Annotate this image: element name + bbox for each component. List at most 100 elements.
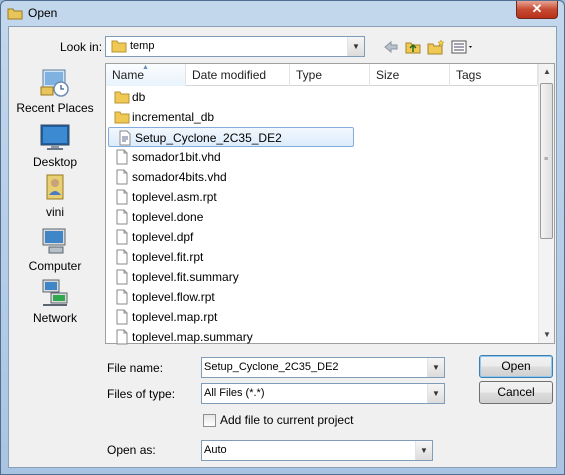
files-of-type-select[interactable]: All Files (*.*) ▼ — [201, 383, 445, 404]
column-label: Date modified — [192, 68, 267, 82]
column-tags[interactable]: Tags — [450, 64, 538, 86]
cancel-button[interactable]: Cancel — [479, 381, 553, 404]
file-name: incremental_db — [132, 110, 215, 124]
back-arrow-icon[interactable] — [383, 39, 399, 55]
file-name: toplevel.fit.rpt — [132, 250, 204, 264]
places-bar: Recent Places Desktop vini Computer Netw… — [9, 63, 101, 343]
file-icon — [116, 209, 128, 225]
column-name[interactable]: ▲ Name — [106, 64, 186, 86]
file-row[interactable]: Setup_Cyclone_2C35_DE2 — [108, 127, 354, 147]
open-as-select[interactable]: Auto ▼ — [201, 440, 433, 461]
place-network[interactable]: Network — [9, 277, 101, 325]
file-name: toplevel.fit.summary — [132, 270, 239, 284]
file-row[interactable]: toplevel.fit.summary — [106, 267, 356, 287]
scroll-up-icon[interactable]: ▲ — [539, 64, 555, 80]
file-icon — [116, 169, 128, 185]
settings-file-icon — [119, 130, 131, 146]
folder-icon — [114, 91, 130, 104]
file-name: somador4bits.vhd — [132, 170, 227, 184]
file-icon — [116, 189, 128, 205]
folder-row[interactable]: incremental_db — [106, 107, 356, 127]
computer-icon — [42, 228, 66, 254]
file-name: toplevel.map.rpt — [132, 310, 218, 324]
place-vini[interactable]: vini — [9, 171, 101, 219]
file-icon — [116, 149, 128, 165]
file-icon — [116, 309, 128, 325]
up-folder-icon[interactable] — [405, 39, 421, 55]
place-recent-places[interactable]: Recent Places — [9, 67, 101, 115]
place-label: Desktop — [32, 155, 78, 169]
column-type[interactable]: Type — [290, 64, 370, 86]
file-name: toplevel.done — [132, 210, 204, 224]
dialog-body: Look in: temp ▼ Recent Places Desktop vi… — [8, 26, 557, 468]
file-icon — [116, 249, 128, 265]
file-row[interactable]: toplevel.asm.rpt — [106, 187, 356, 207]
close-button[interactable]: ✕ — [516, 1, 558, 19]
vertical-scrollbar[interactable]: ▲ ≡ ▼ — [538, 64, 554, 343]
file-name-field[interactable]: Setup_Cyclone_2C35_DE2 ▼ — [201, 357, 445, 378]
user-folder-icon — [46, 174, 64, 200]
network-icon — [42, 279, 68, 306]
desktop-icon — [40, 124, 70, 150]
chevron-down-icon[interactable]: ▼ — [347, 37, 364, 56]
column-header: ▲ Name Date modified Type Size Tags — [106, 64, 538, 86]
place-computer[interactable]: Computer — [9, 225, 101, 273]
file-name: toplevel.map.summary — [132, 330, 253, 344]
title-bar[interactable]: Open ✕ — [1, 1, 564, 25]
chevron-down-icon[interactable]: ▼ — [427, 358, 444, 377]
view-menu-icon[interactable] — [451, 39, 475, 55]
sort-ascending-icon: ▲ — [142, 64, 149, 71]
open-button[interactable]: Open — [479, 355, 553, 378]
file-row[interactable]: toplevel.dpf — [106, 227, 356, 247]
column-date-modified[interactable]: Date modified — [186, 64, 290, 86]
file-icon — [116, 269, 128, 285]
file-row[interactable]: somador4bits.vhd — [106, 167, 356, 187]
place-label: Recent Places — [16, 101, 94, 115]
folder-icon — [111, 40, 127, 53]
file-icon — [116, 229, 128, 245]
file-row[interactable]: toplevel.flow.rpt — [106, 287, 356, 307]
folder-row[interactable]: db — [106, 87, 356, 107]
place-desktop[interactable]: Desktop — [9, 121, 101, 169]
chevron-down-icon[interactable]: ▼ — [427, 384, 444, 403]
scroll-down-icon[interactable]: ▼ — [539, 327, 555, 343]
add-to-project-checkbox[interactable] — [203, 414, 216, 427]
file-name: Setup_Cyclone_2C35_DE2 — [135, 131, 282, 145]
file-row[interactable]: toplevel.fit.rpt — [106, 247, 356, 267]
file-row[interactable]: toplevel.done — [106, 207, 356, 227]
file-row[interactable]: toplevel.map.summary — [106, 327, 356, 347]
file-name: toplevel.dpf — [132, 230, 194, 244]
add-to-project-label: Add file to current project — [220, 413, 354, 427]
recent-places-icon — [40, 69, 69, 97]
file-list[interactable]: ▲ Name Date modified Type Size Tags db in… — [105, 63, 555, 347]
open-as-value: Auto — [204, 444, 227, 456]
place-label: vini — [45, 205, 64, 219]
scrollbar-thumb[interactable]: ≡ — [540, 83, 553, 239]
open-dialog: Open ✕ Look in: temp ▼ Recent Places Des… — [0, 0, 565, 475]
files-of-type-label: Files of type: — [107, 387, 176, 401]
file-icon — [116, 329, 128, 345]
open-folder-icon — [7, 8, 23, 20]
file-icon — [116, 289, 128, 305]
look-in-label: Look in: — [60, 40, 103, 54]
file-row[interactable]: toplevel.map.rpt — [106, 307, 356, 327]
files-of-type-value: All Files (*.*) — [204, 387, 265, 399]
place-label: Computer — [28, 259, 82, 273]
file-name: somador1bit.vhd — [132, 150, 221, 164]
file-name: toplevel.flow.rpt — [132, 290, 215, 304]
look-in-value: temp — [130, 40, 155, 52]
new-folder-icon[interactable] — [427, 39, 445, 55]
folder-icon — [114, 111, 130, 124]
file-row[interactable]: somador1bit.vhd — [106, 147, 356, 167]
column-label: Type — [296, 68, 323, 82]
column-label: Size — [376, 68, 400, 82]
look-in-combo[interactable]: temp ▼ — [105, 36, 365, 57]
column-size[interactable]: Size — [370, 64, 450, 86]
grip-icon: ≡ — [544, 156, 549, 163]
column-label: Name — [112, 68, 145, 82]
open-as-label: Open as: — [107, 443, 156, 457]
chevron-down-icon[interactable]: ▼ — [415, 441, 432, 460]
window-title: Open — [28, 6, 58, 20]
place-label: Network — [32, 311, 77, 325]
file-name-value: Setup_Cyclone_2C35_DE2 — [204, 361, 339, 373]
